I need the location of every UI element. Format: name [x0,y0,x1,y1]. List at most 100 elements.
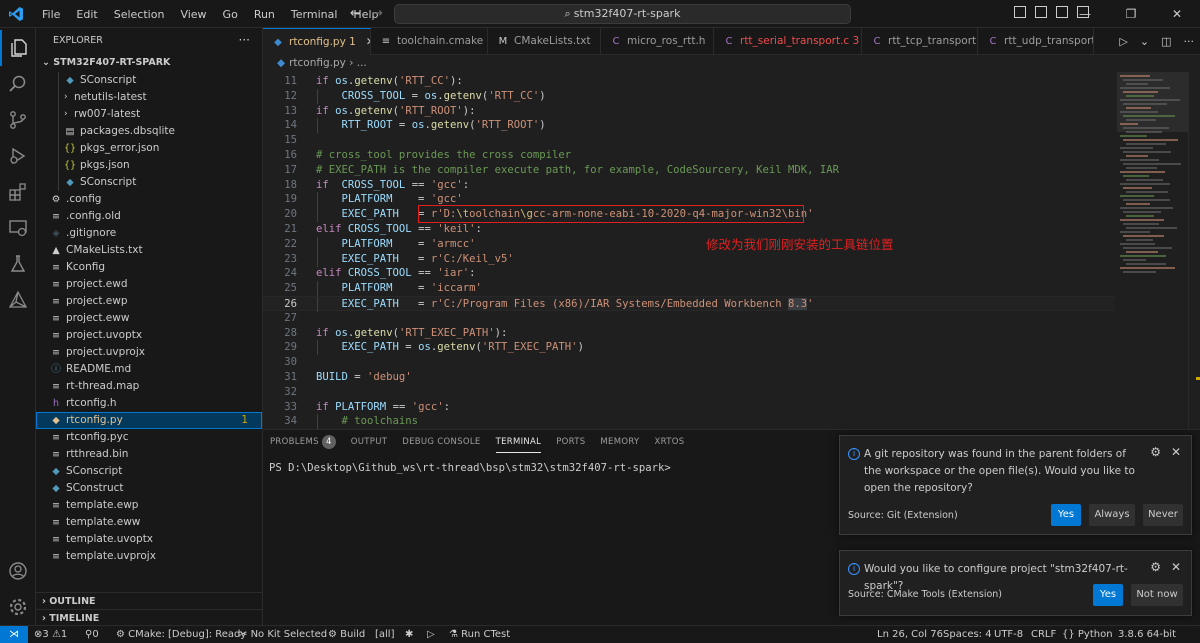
panel-tab-debug-console[interactable]: DEBUG CONSOLE [395,430,488,454]
tree-item[interactable]: › netutils-latest [36,89,262,106]
command-center-search[interactable]: ⌕ stm32f407-rt-spark [394,4,851,24]
search-icon[interactable] [0,66,36,102]
testing-flask-icon[interactable] [0,246,36,282]
code-line[interactable]: 11 if os.getenv('RTT_CC'): [263,74,1115,89]
minimap[interactable] [1117,72,1188,429]
code-line[interactable]: 30 [263,355,1115,370]
tree-item[interactable]: ≡ template.ewp [36,497,262,514]
gear-icon[interactable]: ⚙ [1150,560,1161,574]
never-button[interactable]: Never [1143,504,1183,526]
tree-item[interactable]: ◆ SConstruct [36,480,262,497]
menu-item-terminal[interactable]: Terminal [283,8,346,21]
kit-status[interactable]: ✂ No Kit Selected [239,626,327,643]
code-line[interactable]: 21 elif CROSS_TOOL == 'keil': [263,222,1115,237]
editor-scrollbar[interactable] [1188,72,1200,429]
tree-item[interactable]: ▤ packages.dbsqlite [36,123,262,140]
tab-toolchain-cmake[interactable]: ≡ toolchain.cmake [371,28,488,55]
tree-item[interactable]: ≡ rt-thread.map [36,378,262,395]
tree-item[interactable]: ≡ .config.old [36,208,262,225]
breadcrumb-file[interactable]: rtconfig.py [289,57,346,69]
language-status[interactable]: {} Python [1062,626,1113,643]
code-line[interactable]: 34 # toolchains [263,414,1115,429]
problems-status[interactable]: ⊗3 ⚠1 [34,626,67,643]
code-line[interactable]: 18 if CROSS_TOOL == 'gcc': [263,178,1115,193]
code-line[interactable]: 13 if os.getenv('RTT_ROOT'): [263,104,1115,119]
tree-item[interactable]: ⓘ README.md [36,361,262,378]
tree-item[interactable]: ≡ project.eww [36,310,262,327]
tree-item[interactable]: ≡ template.uvprojx [36,548,262,565]
account-icon[interactable] [0,553,36,589]
code-line[interactable]: 14 RTT_ROOT = os.getenv('RTT_ROOT') [263,118,1115,134]
remote-indicator-icon[interactable]: ⋊ [0,626,28,643]
menu-item-view[interactable]: View [172,8,214,21]
terminal-prompt[interactable]: PS D:\Desktop\Github_ws\rt-thread\bsp\st… [269,462,671,474]
tab-micro-ros-rtt-h[interactable]: Cmicro_ros_rtt.h [601,28,714,55]
tree-item[interactable]: h rtconfig.h [36,395,262,412]
forward-arrow-icon[interactable]: → [372,6,383,21]
tab-rtt-tcp-transport-c[interactable]: Crtt_tcp_transport.c [862,28,978,55]
tree-item[interactable]: ≡ template.eww [36,514,262,531]
tree-item[interactable]: ≡ project.ewd [36,276,262,293]
tree-item[interactable]: ▲ CMakeLists.txt [36,242,262,259]
toggle-panel-icon[interactable] [1035,6,1047,18]
tab-cmakelists-txt[interactable]: M CMakeLists.txt [488,28,601,55]
build-status[interactable]: ⚙ Build [328,626,365,643]
not-now-button[interactable]: Not now [1131,584,1183,606]
run-icon[interactable]: ▷ [427,626,435,643]
gear-icon[interactable]: ⚙ [1150,445,1161,459]
cmake-status[interactable]: ⚙ CMake: [Debug]: Ready [116,626,246,643]
toggle-primary-sidebar-icon[interactable] [1014,6,1026,18]
code-line[interactable]: 16 # cross_tool provides the cross compil… [263,148,1115,163]
code-line[interactable]: 23 EXEC_PATH = r'C:/Keil_v5' [263,251,1115,267]
panel-tab-memory[interactable]: MEMORY [593,430,647,454]
close-icon[interactable]: ✕ [1171,445,1181,459]
code-line[interactable]: 27 [263,311,1115,326]
tree-item[interactable]: ◆ SConscript [36,72,262,89]
panel-tab-output[interactable]: OUTPUT [344,430,395,454]
code-line[interactable]: 31 BUILD = 'debug' [263,370,1115,385]
tree-item[interactable]: ◈ .gitignore [36,225,262,242]
close-window-icon[interactable]: ✕ [1154,0,1200,28]
tab-rtt-serial-transport-c[interactable]: Crtt_serial_transport.c 3 [714,28,862,55]
code-line[interactable]: 33 if PLATFORM == 'gcc': [263,400,1115,415]
tree-item[interactable]: ≡ rtthread.bin [36,446,262,463]
source-control-icon[interactable] [0,102,36,138]
back-arrow-icon[interactable]: ← [350,6,361,21]
outline-section[interactable]: › OUTLINE [36,592,263,609]
yes-button[interactable]: Yes [1051,504,1081,526]
panel-tab-xrtos[interactable]: XRTOS [648,430,693,454]
code-line[interactable]: 15 [263,133,1115,148]
timeline-section[interactable]: › TIMELINE [36,609,263,626]
code-line[interactable]: 26 EXEC_PATH = r'C:/Program Files (x86)/… [263,296,1115,312]
panel-tab-problems[interactable]: PROBLEMS 4 [263,430,344,454]
code-line[interactable]: 12 CROSS_TOOL = os.getenv('RTT_CC') [263,88,1115,104]
more-actions-icon[interactable]: ··· [1178,35,1200,48]
tree-item[interactable]: {} pkgs.json [36,157,262,174]
run-debug-icon[interactable] [0,138,36,174]
remote-explorer-icon[interactable] [0,210,36,246]
tree-item[interactable]: ≡ Kconfig [36,259,262,276]
tree-item[interactable]: ⚙ .config [36,191,262,208]
chevron-down-icon[interactable]: ⌄ [1134,35,1155,48]
extensions-icon[interactable] [0,174,36,210]
interpreter-status[interactable]: 3.8.6 64-bit [1118,626,1176,643]
tree-item[interactable]: ◆ rtconfig.py 1 [36,412,262,429]
code-line[interactable]: 32 [263,385,1115,400]
breadcrumb-symbol[interactable]: ... [357,57,367,69]
encoding-status[interactable]: UTF-8 [994,626,1023,643]
tree-item[interactable]: ≡ template.uvoptx [36,531,262,548]
code-line[interactable]: 22 PLATFORM = 'armcc' [263,236,1115,252]
tree-item[interactable]: ≡ rtconfig.pyc [36,429,262,446]
menu-item-edit[interactable]: Edit [68,8,105,21]
close-icon[interactable]: ✕ [1171,560,1181,574]
tree-item[interactable]: ≡ project.ewp [36,293,262,310]
menu-item-file[interactable]: File [34,8,68,21]
tree-item[interactable]: ≡ project.uvprojx [36,344,262,361]
run-python-icon[interactable]: ▷ [1113,35,1133,48]
tab-rtconfig-py[interactable]: ◆rtconfig.py 1✕ [263,28,371,55]
code-line[interactable]: 24 elif CROSS_TOOL == 'iar': [263,266,1115,281]
indentation-status[interactable]: Spaces: 4 [943,626,992,643]
tab-rtt-udp-transport-c[interactable]: Crtt_udp_transport.c [978,28,1094,55]
maximize-icon[interactable]: ❐ [1108,0,1154,28]
menu-item-run[interactable]: Run [246,8,283,21]
